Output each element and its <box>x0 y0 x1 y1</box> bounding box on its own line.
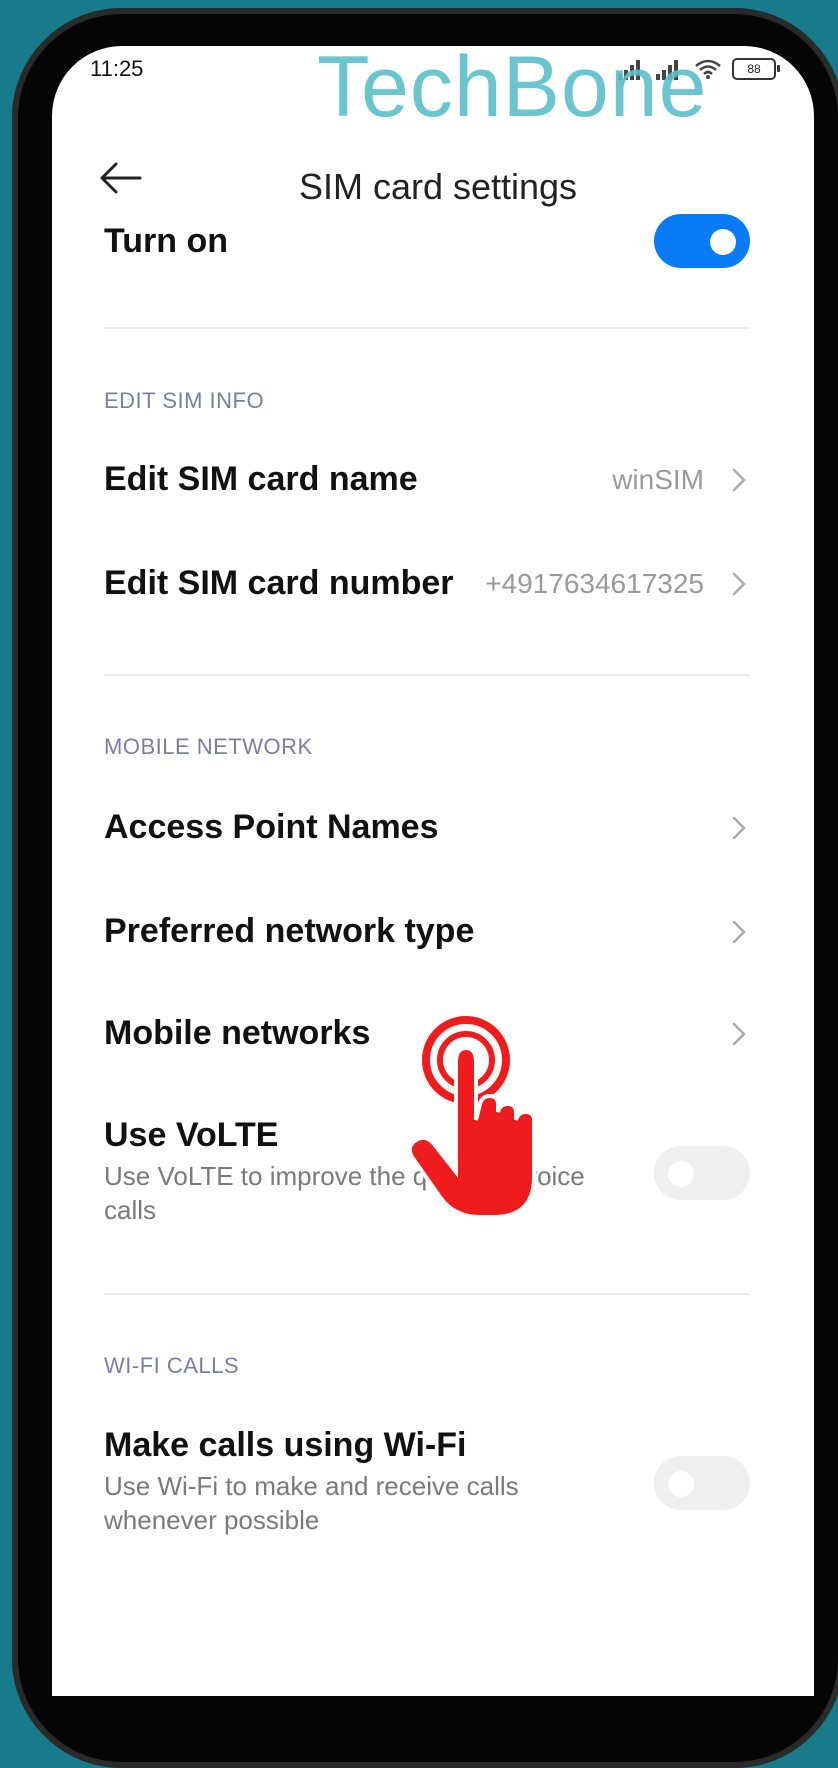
page-title: SIM card settings <box>298 166 578 207</box>
signal-2-icon <box>656 58 684 80</box>
wifi-calling-label: Make calls using Wi-Fi <box>104 1426 467 1464</box>
signal-1-icon <box>618 58 646 80</box>
edit-sim-name-value: winSIM <box>612 464 704 495</box>
access-point-names-label: Access Point Names <box>104 808 439 846</box>
volte-description: Use VoLTE to improve the quality of voic… <box>104 1161 585 1225</box>
status-bar: 11:25 88 <box>52 46 814 106</box>
battery-icon: 88 <box>732 58 780 80</box>
status-icons: 88 <box>618 58 780 80</box>
turn-on-row[interactable]: Turn on <box>104 214 750 274</box>
edit-sim-name-row[interactable]: Edit SIM card name winSIM <box>104 460 750 508</box>
edit-sim-number-label: Edit SIM card number <box>104 564 454 602</box>
divider <box>104 674 750 676</box>
preferred-network-type-label: Preferred network type <box>104 912 475 950</box>
chevron-right-icon <box>732 816 746 840</box>
edit-sim-name-label: Edit SIM card name <box>104 460 418 498</box>
mobile-networks-label: Mobile networks <box>104 1014 371 1052</box>
status-time: 11:25 <box>90 56 144 81</box>
divider <box>104 327 750 329</box>
divider <box>104 1293 750 1295</box>
wifi-icon <box>695 59 721 79</box>
edit-sim-number-row[interactable]: Edit SIM card number +4917634617325 <box>104 564 750 612</box>
access-point-names-row[interactable]: Access Point Names <box>104 808 750 856</box>
wifi-calling-toggle[interactable] <box>654 1456 750 1510</box>
mobile-networks-row[interactable]: Mobile networks <box>104 1014 750 1062</box>
edit-sim-number-value: +4917634617325 <box>485 568 704 599</box>
section-wifi-calls: WI-FI CALLS <box>104 1353 240 1378</box>
wifi-calling-description: Use Wi-Fi to make and receive calls when… <box>104 1471 519 1535</box>
section-mobile-network: MOBILE NETWORK <box>104 734 313 759</box>
header: SIM card settings <box>52 126 814 226</box>
preferred-network-type-row[interactable]: Preferred network type <box>104 912 750 960</box>
screen: 11:25 88 TechBone SIM card settings Turn… <box>52 46 814 1696</box>
chevron-right-icon <box>732 1022 746 1046</box>
section-edit-sim-info: EDIT SIM INFO <box>104 388 265 413</box>
volte-label: Use VoLTE <box>104 1116 279 1154</box>
wifi-calling-row[interactable]: Make calls using Wi-Fi Use Wi-Fi to make… <box>104 1426 750 1536</box>
chevron-right-icon <box>732 572 746 596</box>
volte-row[interactable]: Use VoLTE Use VoLTE to improve the quali… <box>104 1116 750 1226</box>
volte-toggle[interactable] <box>654 1146 750 1200</box>
chevron-right-icon <box>732 920 746 944</box>
turn-on-label: Turn on <box>104 222 228 260</box>
turn-on-toggle[interactable] <box>654 214 750 268</box>
chevron-right-icon <box>732 468 746 492</box>
